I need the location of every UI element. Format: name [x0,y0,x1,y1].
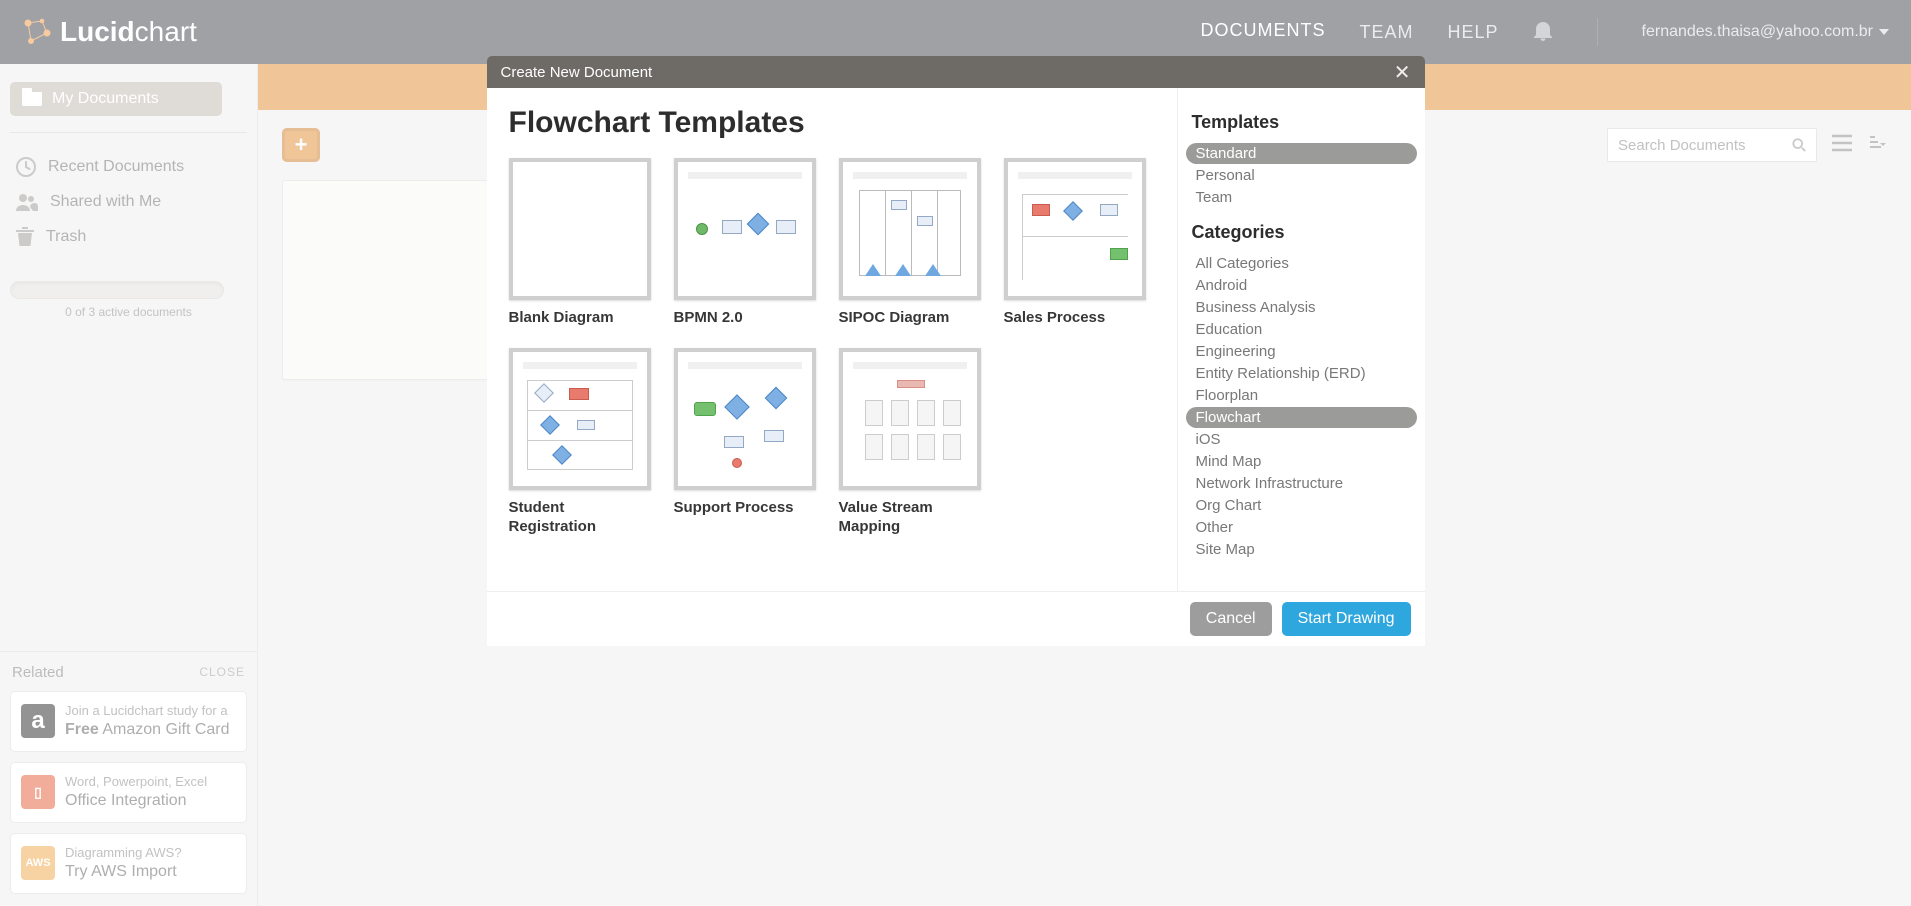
modal-title: Create New Document [501,64,653,81]
category-item[interactable]: Flowchart [1186,407,1417,428]
modal-close-button[interactable]: ✕ [1394,60,1411,85]
template-label: Support Process [674,498,816,518]
category-item[interactable]: Network Infrastructure [1186,473,1417,494]
modal-header: Create New Document ✕ [487,56,1425,88]
category-item[interactable]: Entity Relationship (ERD) [1186,363,1417,384]
template-label: SIPOC Diagram [839,308,981,328]
category-item[interactable]: iOS [1186,429,1417,450]
cancel-button[interactable]: Cancel [1190,602,1272,636]
category-item[interactable]: Site Map [1186,539,1417,560]
filters-pane: Templates StandardPersonalTeam Categorie… [1177,88,1425,646]
template-label: BPMN 2.0 [674,308,816,328]
template-tab[interactable]: Team [1186,187,1417,208]
template-thumb[interactable] [509,348,651,490]
category-item[interactable]: Org Chart [1186,495,1417,516]
create-document-modal: Create New Document ✕ Flowchart Template… [487,56,1425,646]
category-item[interactable]: Mind Map [1186,451,1417,472]
category-item[interactable]: Business Analysis [1186,297,1417,318]
template-thumb[interactable] [674,348,816,490]
categories-section-title: Categories [1192,222,1417,243]
template-label: Blank Diagram [509,308,651,328]
template-tab[interactable]: Personal [1186,165,1417,186]
start-drawing-button[interactable]: Start Drawing [1282,602,1411,636]
template-label: Student Registration [509,498,651,537]
template-thumb[interactable] [839,158,981,300]
category-item[interactable]: Other [1186,517,1417,538]
template-thumb[interactable] [509,158,651,300]
template-thumb[interactable] [839,348,981,490]
category-item[interactable]: Engineering [1186,341,1417,362]
category-item[interactable]: Education [1186,319,1417,340]
templates-pane: Flowchart Templates Blank Diagram BPMN 2… [487,88,1177,646]
modal-footer: Cancel Start Drawing [487,591,1425,646]
category-item[interactable]: Floorplan [1186,385,1417,406]
template-label: Sales Process [1004,308,1146,328]
template-label: Value Stream Mapping [839,498,981,537]
template-thumb[interactable] [674,158,816,300]
template-thumb[interactable] [1004,158,1146,300]
templates-heading: Flowchart Templates [509,106,1155,140]
category-item[interactable]: All Categories [1186,253,1417,274]
category-item[interactable]: Android [1186,275,1417,296]
templates-section-title: Templates [1192,112,1417,133]
template-tab[interactable]: Standard [1186,143,1417,164]
